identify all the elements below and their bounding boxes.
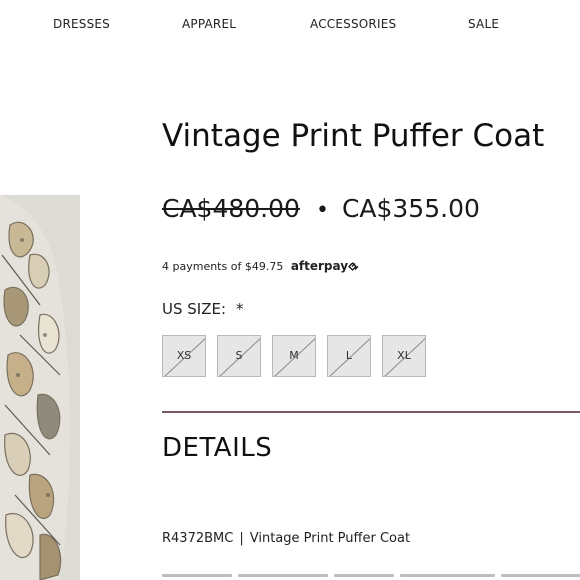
sku-product-name: Vintage Print Puffer Coat — [249, 531, 411, 546]
afterpay-text: 4 payments of $49.75 — [162, 260, 284, 273]
size-option-l[interactable]: L — [327, 335, 371, 377]
afterpay-arrows-icon — [348, 262, 359, 271]
price-separator: • — [315, 198, 329, 223]
size-option-label: XS — [176, 349, 192, 362]
section-divider — [162, 411, 580, 413]
nav-item-apparel[interactable]: APPAREL — [182, 17, 236, 31]
price-row: CA$480.00 • CA$355.00 — [162, 194, 480, 223]
size-option-label: S — [235, 349, 243, 362]
size-option-xs[interactable]: XS — [162, 335, 206, 377]
required-marker: * — [236, 300, 244, 318]
description-text-cutoff — [162, 574, 580, 580]
sku-code: R4372BMC — [162, 531, 234, 546]
size-option-xl[interactable]: XL — [382, 335, 426, 377]
afterpay-logo[interactable]: afterpay — [291, 259, 359, 273]
price-sale: CA$355.00 — [341, 194, 480, 223]
size-option-label: M — [289, 349, 299, 362]
top-navigation: DRESSES APPAREL ACCESSORIES SALE — [0, 0, 580, 50]
product-image[interactable] — [0, 195, 80, 580]
nav-item-accessories[interactable]: ACCESSORIES — [310, 17, 396, 31]
details-heading[interactable]: DETAILS — [162, 433, 272, 463]
product-title: Vintage Print Puffer Coat — [162, 118, 545, 154]
afterpay-brand: afterpay — [290, 259, 349, 273]
price-original: CA$480.00 — [162, 194, 300, 223]
size-label-text: US SIZE: — [162, 300, 227, 318]
size-selector-label: US SIZE: * — [162, 300, 244, 318]
size-option-s[interactable]: S — [217, 335, 261, 377]
sku-separator: | — [239, 531, 244, 546]
size-option-label: L — [345, 349, 353, 362]
nav-item-dresses[interactable]: DRESSES — [53, 17, 110, 31]
nav-item-sale[interactable]: SALE — [468, 17, 499, 31]
size-option-m[interactable]: M — [272, 335, 316, 377]
afterpay-installments: 4 payments of $49.75 afterpay — [162, 259, 359, 273]
sku-line: R4372BMC | Vintage Print Puffer Coat — [162, 531, 410, 546]
size-option-label: XL — [397, 349, 411, 362]
